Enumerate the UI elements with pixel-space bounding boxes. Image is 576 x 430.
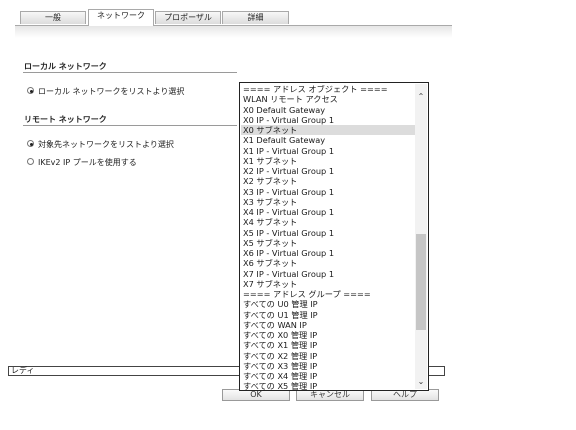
dropdown-option[interactable]: すべての U0 管理 IP [241, 299, 415, 309]
remote-list-radio[interactable] [27, 140, 34, 147]
tab-advanced[interactable]: 詳細 [222, 11, 289, 24]
dropdown-option[interactable]: すべての X3 管理 IP [241, 361, 415, 371]
dropdown-option[interactable]: X4 IP - Virtual Group 1 [241, 207, 415, 217]
dropdown-option[interactable]: X0 サブネット [241, 125, 415, 136]
tab-general[interactable]: 一般 [20, 11, 86, 24]
dropdown-option[interactable]: ==== アドレス オブジェクト ==== [241, 84, 415, 94]
tab-label: 詳細 [247, 13, 264, 22]
scroll-down-icon[interactable]: ⌄ [415, 375, 427, 389]
dropdown-option[interactable]: ==== アドレス グループ ==== [241, 289, 415, 299]
tab-proposal[interactable]: プロポーザル [155, 11, 221, 24]
status-text: レディ [11, 366, 35, 375]
local-list-label: ローカル ネットワークをリストより選択 [38, 87, 185, 96]
dropdown-option[interactable]: X4 サブネット [241, 217, 415, 227]
dropdown-option[interactable]: すべての U1 管理 IP [241, 310, 415, 320]
dropdown-option[interactable]: X1 サブネット [241, 156, 415, 166]
dropdown-option[interactable]: X0 IP - Virtual Group 1 [241, 115, 415, 125]
local-network-divider [23, 72, 237, 73]
tab-label: プロポーザル [164, 13, 212, 22]
dropdown-option[interactable]: X1 Default Gateway [241, 135, 415, 145]
remote-list-label: 対象先ネットワークをリストより選択 [38, 140, 174, 149]
dropdown-option[interactable]: X0 Default Gateway [241, 105, 415, 115]
tab-label: 一般 [45, 13, 61, 22]
dropdown-option[interactable]: X7 IP - Virtual Group 1 [241, 269, 415, 279]
tab-label: ネットワーク [97, 11, 145, 20]
ikev2-pool-label: IKEv2 IP プールを使用する [38, 158, 137, 167]
scrollbar-thumb[interactable] [416, 234, 426, 330]
dropdown-option[interactable]: すべての X5 管理 IP [241, 381, 415, 390]
network-dropdown-list[interactable]: ==== アドレス オブジェクト ==== WLAN リモート アクセス X0 De… [239, 82, 429, 391]
dropdown-option[interactable]: すべての X0 管理 IP [241, 330, 415, 340]
dropdown-option[interactable]: X6 サブネット [241, 258, 415, 268]
dropdown-option[interactable]: X2 IP - Virtual Group 1 [241, 166, 415, 176]
local-network-title: ローカル ネットワーク [24, 62, 107, 71]
dropdown-option[interactable]: すべての X2 管理 IP [241, 351, 415, 361]
dropdown-option[interactable]: X1 IP - Virtual Group 1 [241, 146, 415, 156]
dropdown-option[interactable]: X3 IP - Virtual Group 1 [241, 187, 415, 197]
dropdown-option[interactable]: X2 サブネット [241, 176, 415, 186]
dropdown-option[interactable]: すべての X1 管理 IP [241, 340, 415, 350]
dropdown-option[interactable]: X5 IP - Virtual Group 1 [241, 228, 415, 238]
dropdown-option[interactable]: すべての WAN IP [241, 320, 415, 330]
header-shade [15, 26, 452, 38]
dropdown-option[interactable]: X5 サブネット [241, 238, 415, 248]
tab-network[interactable]: ネットワーク [88, 9, 154, 26]
dropdown-option[interactable]: X7 サブネット [241, 279, 415, 289]
dropdown-scrollbar[interactable]: ⌃ ⌄ [415, 84, 427, 389]
dropdown-option[interactable]: WLAN リモート アクセス [241, 94, 415, 104]
scroll-up-icon[interactable]: ⌃ [415, 90, 427, 104]
dropdown-options: ==== アドレス オブジェクト ==== WLAN リモート アクセス X0 De… [241, 84, 415, 390]
local-list-radio[interactable] [27, 87, 34, 94]
remote-network-divider [23, 125, 237, 126]
remote-network-title: リモート ネットワーク [24, 115, 107, 124]
ikev2-pool-radio[interactable] [27, 158, 34, 165]
dropdown-option[interactable]: すべての X4 管理 IP [241, 371, 415, 381]
dropdown-option[interactable]: X6 IP - Virtual Group 1 [241, 248, 415, 258]
dropdown-option[interactable]: X3 サブネット [241, 197, 415, 207]
